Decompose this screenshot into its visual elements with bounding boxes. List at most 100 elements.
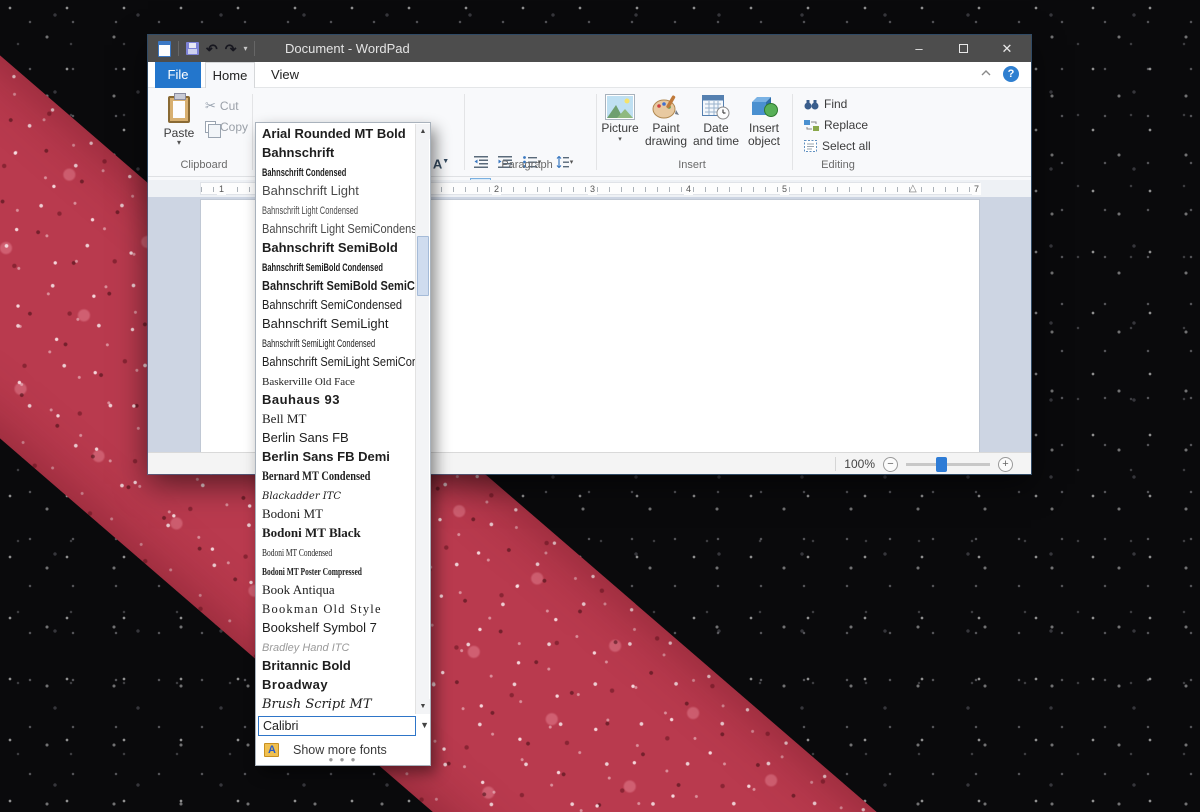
indent-marker-icon[interactable]: △ — [909, 182, 917, 195]
font-list-item[interactable]: Bahnschrift Light SemiCondensed — [257, 219, 416, 238]
font-list-item[interactable]: Britannic Bold — [257, 656, 416, 675]
paste-button[interactable]: Paste ▾ — [158, 94, 200, 156]
font-list-item[interactable]: Arial Rounded MT Bold — [257, 124, 416, 143]
ruler-number: 1 — [217, 183, 226, 195]
insert-object-label: Insert object — [744, 122, 784, 148]
chevron-down-icon[interactable]: ▼ — [420, 720, 429, 730]
font-list-item[interactable]: Bahnschrift SemiCondensed — [257, 295, 416, 314]
zoom-level: 100% — [844, 457, 875, 471]
insert-object-button[interactable]: Insert object — [744, 94, 784, 148]
minimize-button[interactable]: – — [897, 35, 941, 62]
paste-dropdown-icon: ▾ — [158, 140, 200, 146]
paint-drawing-button[interactable]: Paint drawing — [644, 94, 688, 148]
quick-access-toolbar: ↶ ↷ ▾ — [158, 35, 255, 62]
save-icon[interactable] — [186, 42, 199, 55]
ruler-number: 3 — [588, 183, 597, 195]
scroll-down-icon[interactable]: ▼ — [416, 699, 430, 714]
font-list-item[interactable]: Bernard MT Condensed — [257, 466, 416, 485]
divider — [254, 41, 255, 56]
dropdown-resize-grip[interactable]: ● ● ● — [256, 757, 430, 764]
font-list-scrollbar[interactable]: ▲ ▼ — [415, 124, 429, 714]
font-list-item[interactable]: Berlin Sans FB — [257, 428, 416, 447]
font-list-item[interactable]: Bahnschrift — [257, 143, 416, 162]
select-all-label: Select all — [822, 139, 871, 153]
select-all-button[interactable]: Select all — [804, 139, 871, 153]
zoom-in-button[interactable]: + — [998, 457, 1013, 472]
chevron-down-icon: ▾ — [600, 135, 640, 143]
font-list-item[interactable]: Bauhaus 93 — [257, 390, 416, 409]
title-bar: ↶ ↷ ▾ Document - WordPad – ✕ — [148, 35, 1031, 62]
tab-home[interactable]: Home — [205, 62, 255, 88]
paint-palette-icon — [652, 94, 680, 120]
font-list-item[interactable]: Bookshelf Symbol 7 — [257, 618, 416, 637]
zoom-slider-thumb[interactable] — [936, 457, 947, 472]
font-list-item[interactable]: Bahnschrift SemiLight SemiCondensed — [257, 352, 416, 371]
picture-icon — [605, 94, 635, 120]
collapse-ribbon-icon[interactable] — [981, 70, 991, 76]
font-list-item[interactable]: Bahnschrift Light — [257, 181, 416, 200]
scrollbar-thumb[interactable] — [417, 236, 429, 296]
font-list-item[interactable]: Bahnschrift Light Condensed — [257, 200, 416, 219]
object-cube-icon — [750, 94, 778, 120]
replace-label: Replace — [824, 118, 868, 132]
divider — [596, 94, 597, 170]
divider — [252, 94, 253, 170]
wordpad-icon — [158, 41, 171, 57]
fonts-folder-icon — [264, 743, 279, 757]
font-list-item[interactable]: Bodoni MT — [257, 504, 416, 523]
insert-picture-button[interactable]: Picture ▾ — [600, 94, 640, 143]
font-list-item[interactable]: Bahnschrift SemiBold Condensed — [257, 257, 416, 276]
help-icon[interactable]: ? — [1003, 66, 1019, 82]
font-list-item[interactable]: Broadway — [257, 675, 416, 694]
clipboard-group-label: Clipboard — [158, 159, 250, 171]
undo-icon[interactable]: ↶ — [206, 42, 218, 56]
paragraph-group-label: Paragraph — [470, 159, 584, 171]
close-button[interactable]: ✕ — [985, 35, 1029, 62]
editing-group-label: Editing — [788, 159, 888, 171]
find-button[interactable]: Find — [804, 97, 847, 111]
font-list-item[interactable]: Bodoni MT Poster Compressed — [257, 561, 416, 580]
maximize-icon — [959, 44, 968, 53]
select-all-icon — [804, 140, 817, 152]
shrink-font-button[interactable]: A▼ — [430, 152, 452, 172]
font-list-item[interactable]: Baskerville Old Face — [257, 371, 416, 390]
font-list-item[interactable]: Berlin Sans FB Demi — [257, 447, 416, 466]
tab-view[interactable]: View — [259, 62, 311, 88]
font-list-item[interactable]: Bahnschrift SemiBold SemiCondensed — [257, 276, 416, 295]
font-list-item[interactable]: Bahnschrift SemiBold — [257, 238, 416, 257]
font-list-item[interactable]: Blackadder ITC — [257, 485, 416, 504]
find-label: Find — [824, 97, 847, 111]
tab-file[interactable]: File — [155, 62, 201, 88]
cut-label: Cut — [220, 99, 239, 113]
zoom-out-button[interactable]: − — [883, 457, 898, 472]
cut-button[interactable]: ✂ Cut — [205, 98, 239, 114]
font-list-item[interactable]: Brush Script MT — [257, 694, 416, 713]
date-and-time-button[interactable]: Date and time — [692, 94, 740, 148]
replace-button[interactable]: Replace — [804, 118, 868, 132]
divider — [835, 457, 836, 471]
ruler-number: 2 — [492, 183, 501, 195]
date-and-time-label: Date and time — [692, 122, 740, 148]
font-list-item[interactable]: Bookman Old Style — [257, 599, 416, 618]
copy-button[interactable]: Copy — [205, 120, 248, 134]
font-search-input[interactable] — [258, 716, 416, 736]
font-list-item[interactable]: Book Antiqua — [257, 580, 416, 599]
customize-toolbar-icon[interactable]: ▾ — [243, 44, 247, 53]
ruler-number: 7 — [972, 183, 981, 195]
insert-group-label: Insert — [600, 159, 784, 171]
paint-drawing-label: Paint drawing — [644, 122, 688, 148]
binoculars-icon — [804, 99, 819, 110]
font-search-row: ▼ — [256, 716, 432, 737]
scroll-up-icon[interactable]: ▲ — [416, 124, 430, 139]
font-list-item[interactable]: Bahnschrift SemiLight Condensed — [257, 333, 416, 352]
font-list-item[interactable]: Bahnschrift SemiLight — [257, 314, 416, 333]
font-list-item[interactable]: Bell MT — [257, 409, 416, 428]
font-list-item[interactable]: Bradley Hand ITC — [257, 637, 416, 656]
font-list-item[interactable]: Bodoni MT Black — [257, 523, 416, 542]
maximize-button[interactable] — [941, 35, 985, 62]
font-list-item[interactable]: Bahnschrift Condensed — [257, 162, 416, 181]
zoom-slider[interactable] — [906, 463, 990, 466]
font-list-item[interactable]: Bodoni MT Condensed — [257, 542, 416, 561]
redo-icon[interactable]: ↷ — [225, 42, 237, 56]
copy-label: Copy — [220, 120, 248, 134]
